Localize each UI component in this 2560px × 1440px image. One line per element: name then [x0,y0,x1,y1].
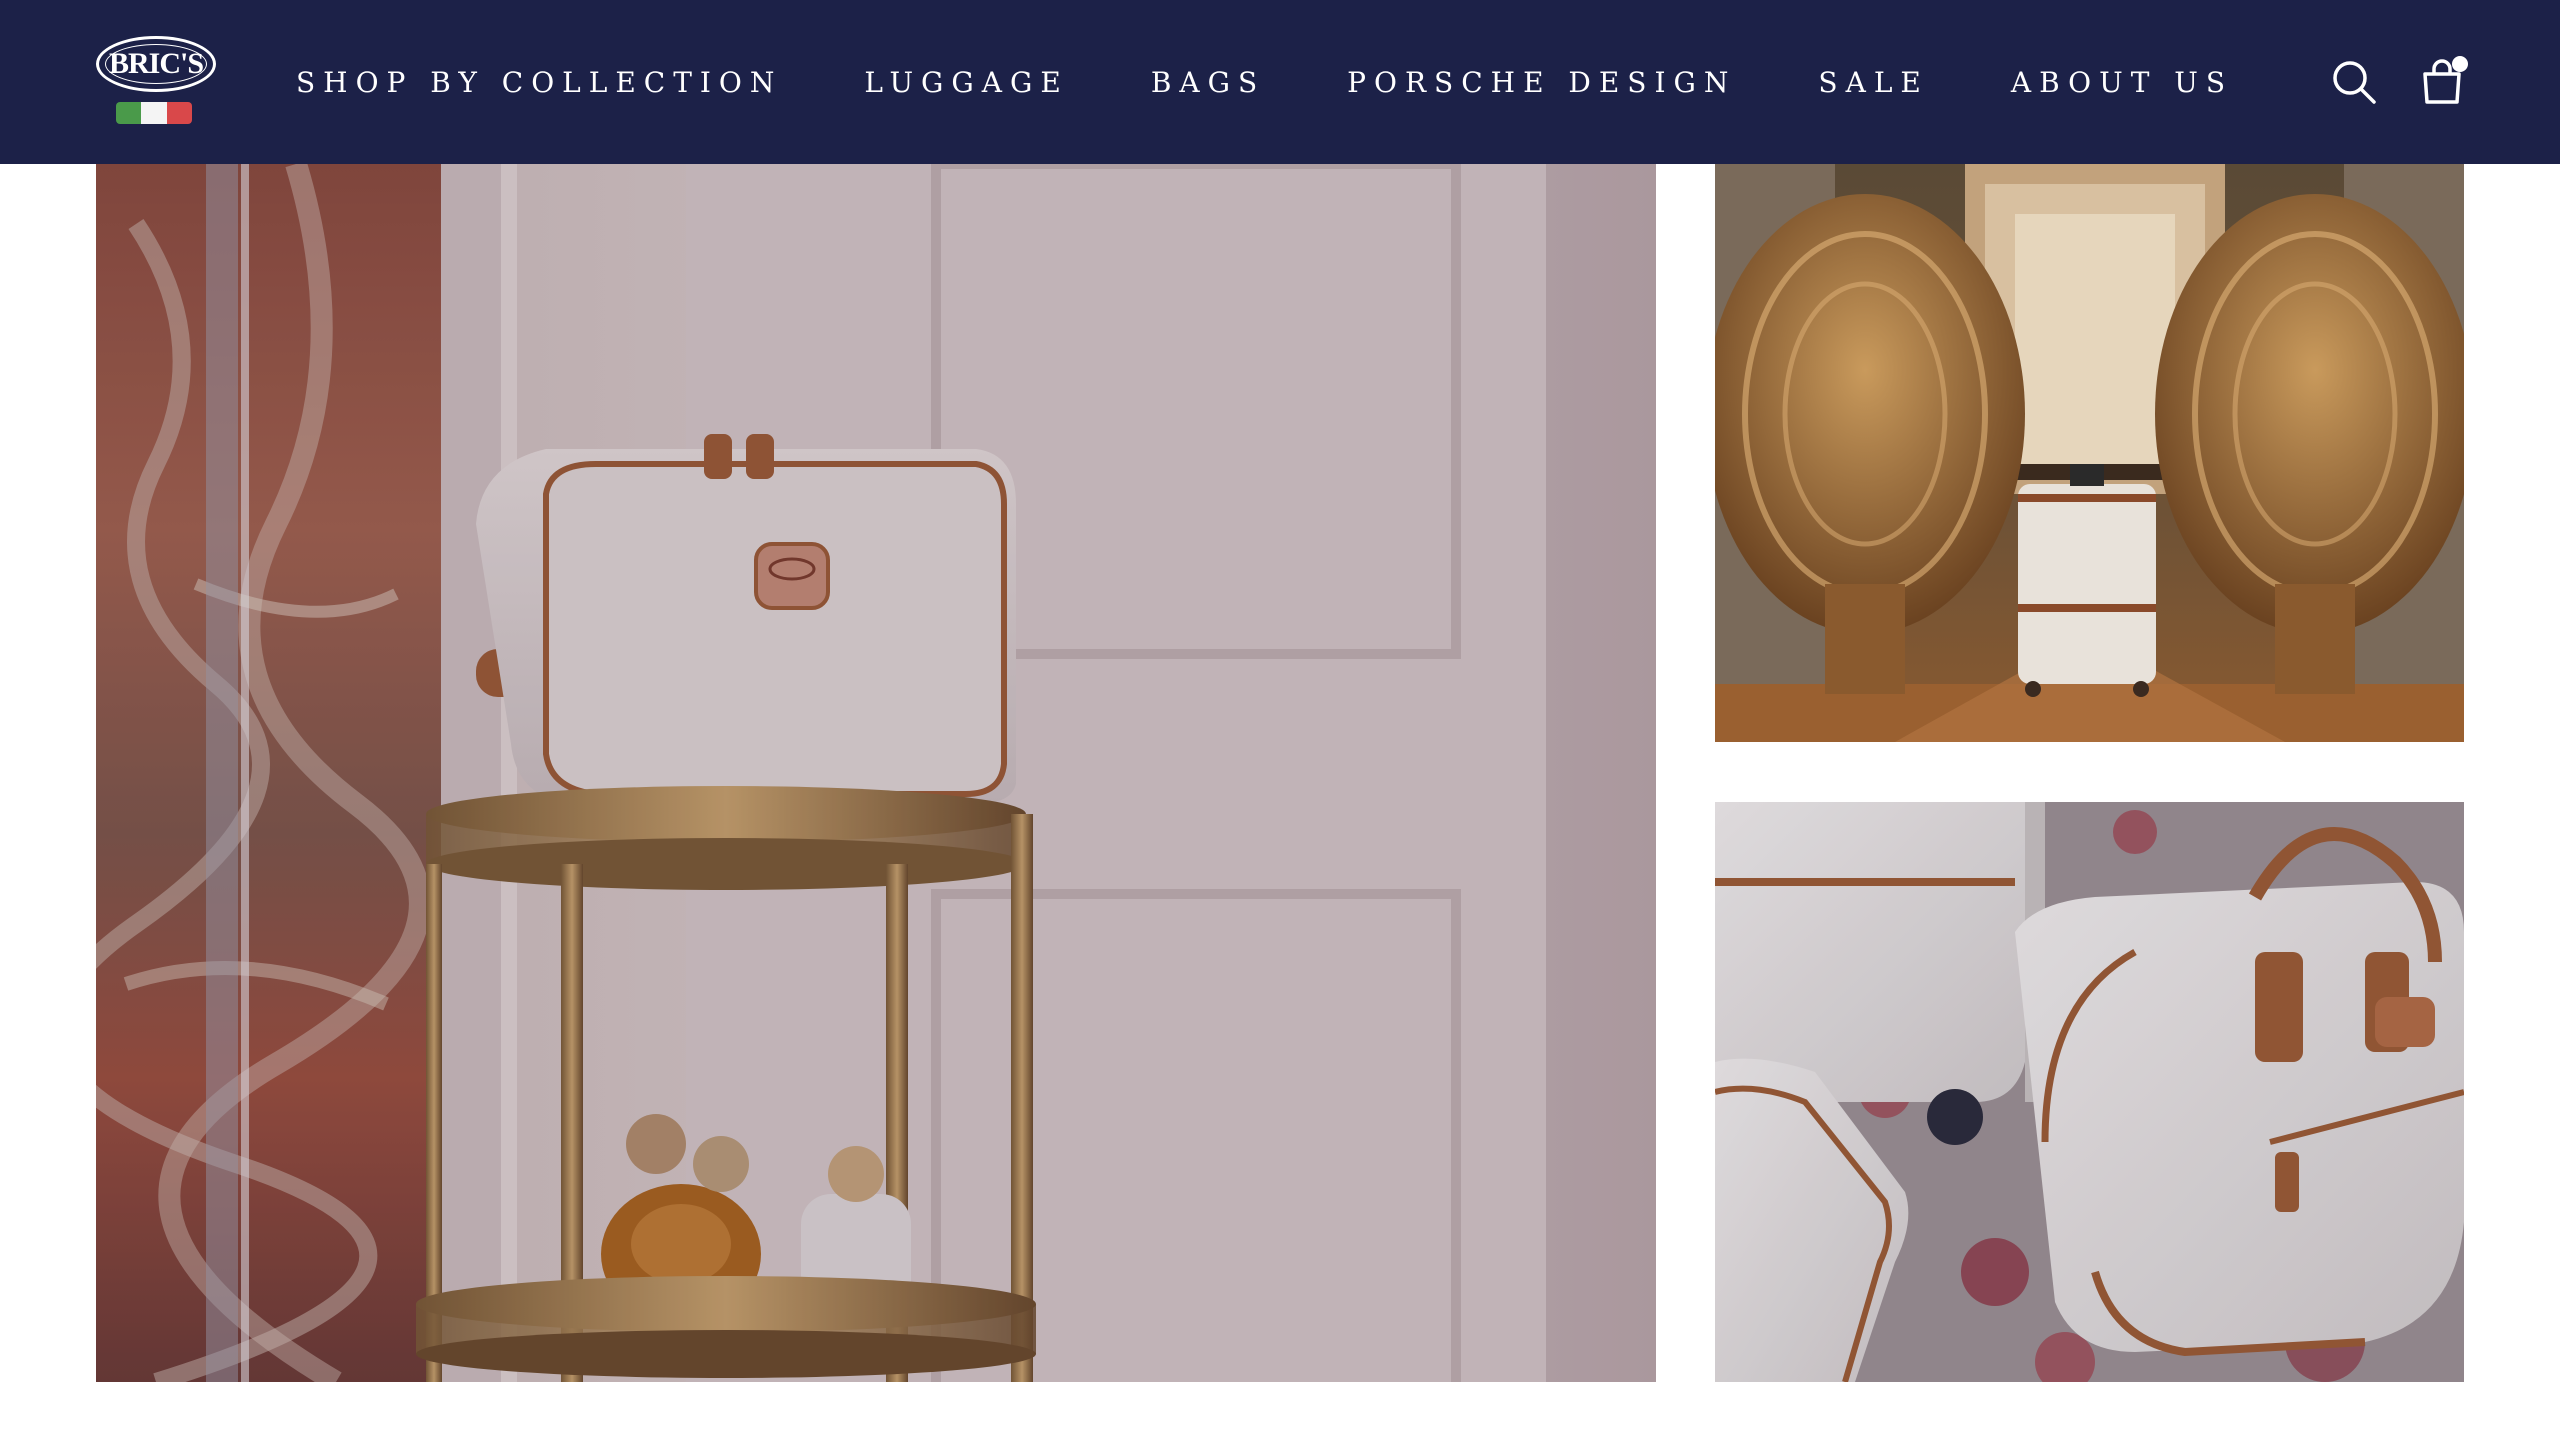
header-icons [2324,52,2472,112]
flag-white-stripe [141,102,167,124]
logo-text: BRIC'S [108,47,204,80]
gallery-image-top-right[interactable] [1715,164,2464,742]
nav-sale[interactable]: SALE [1818,66,1928,99]
search-button[interactable] [2324,52,2384,112]
image-gallery [0,164,2560,1384]
nav-shop-by-collection[interactable]: SHOP BY COLLECTION [296,66,782,99]
toiletry-bag-photo [96,164,1656,1382]
cart-notification-dot [2452,56,2468,72]
logo-oval: BRIC'S [96,36,216,92]
cart-button[interactable] [2412,52,2472,112]
gallery-image-bottom-right[interactable] [1715,802,2464,1382]
gallery-image-main[interactable] [96,164,1656,1382]
wicker-chairs-suitcase-photo [1715,164,2464,742]
main-navigation: SHOP BY COLLECTION LUGGAGE BAGS PORSCHE … [296,0,2315,164]
brand-logo[interactable]: BRIC'S [96,36,216,128]
nav-about-us[interactable]: ABOUT US [2011,66,2233,99]
nav-luggage[interactable]: LUGGAGE [864,66,1068,99]
nav-bags[interactable]: BAGS [1151,66,1265,99]
nav-porsche-design[interactable]: PORSCHE DESIGN [1347,66,1736,99]
flag-red-stripe [166,102,192,124]
flag-green-stripe [116,102,142,124]
search-icon [2333,61,2376,104]
duffel-bag-photo [1715,802,2464,1382]
italian-flag-icon [116,102,192,124]
site-header: BRIC'S SHOP BY COLLECTION LUGGAGE BAGS P… [0,0,2560,164]
